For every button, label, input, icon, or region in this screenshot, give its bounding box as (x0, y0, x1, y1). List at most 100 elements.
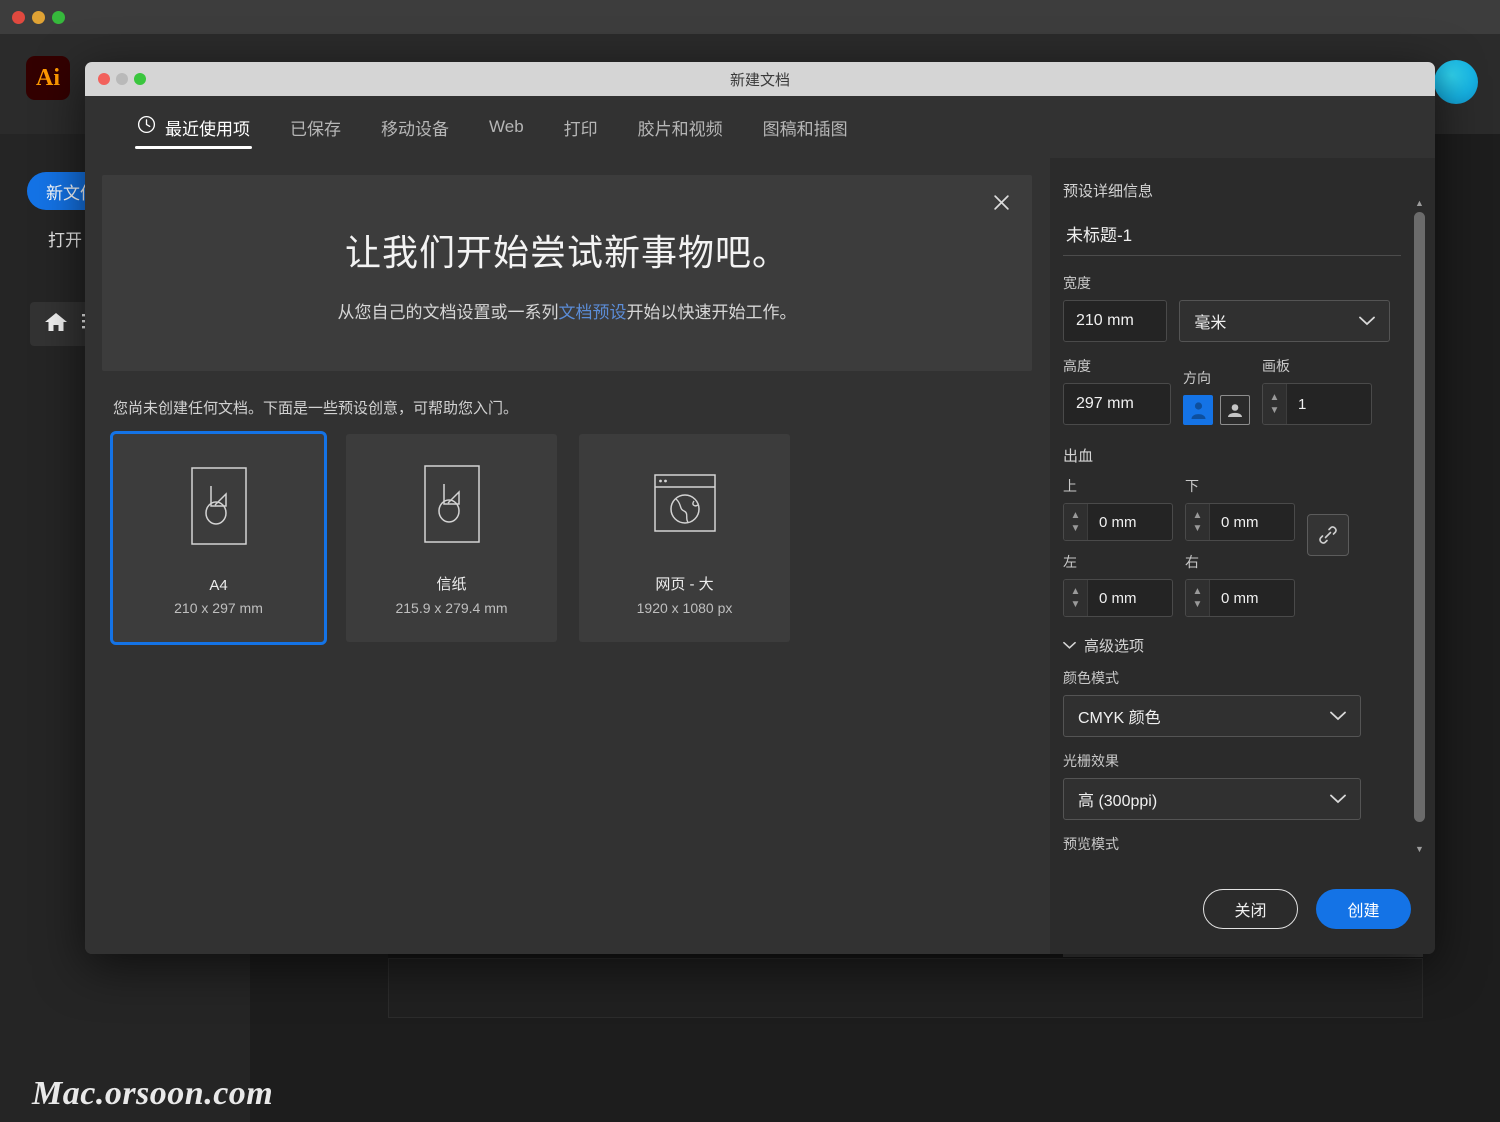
bleed-left-value[interactable]: 0 mm (1088, 580, 1172, 616)
dialog-minimize-button[interactable] (116, 73, 128, 85)
home-icon[interactable] (44, 311, 68, 338)
bleed-right-value[interactable]: 0 mm (1210, 580, 1294, 616)
stepper-arrows[interactable]: ▲ ▼ (1263, 384, 1287, 424)
preset-details-pane: 预设详细信息 未标题-1 宽度 210 mm 毫米 高度 297 mm 方向 画… (1050, 158, 1435, 954)
color-mode-value: CMYK 颜色 (1078, 710, 1161, 727)
stepper-arrows[interactable]: ▲ ▼ (1186, 580, 1210, 616)
tab-art-illustration[interactable]: 图稿和插图 (743, 96, 868, 158)
preview-mode-label: 预览模式 (1063, 836, 1119, 852)
close-button[interactable]: 关闭 (1203, 889, 1298, 929)
link-icon[interactable] (1307, 514, 1349, 556)
chevron-down-icon[interactable]: ▼ (1193, 600, 1203, 610)
bleed-top-label: 上 (1063, 478, 1077, 494)
dialog-title: 新建文档 (729, 71, 790, 89)
close-icon[interactable] (986, 187, 1016, 217)
chevron-down-icon[interactable]: ▼ (1193, 524, 1203, 534)
units-select[interactable]: 毫米 (1179, 300, 1390, 342)
artboards-value[interactable]: 1 (1287, 384, 1371, 424)
raster-effects-value: 高 (300ppi) (1078, 793, 1158, 810)
chevron-down-icon[interactable]: ▼ (1270, 406, 1280, 416)
chevron-down-icon (1330, 709, 1346, 724)
preset-name-input[interactable]: 未标题-1 (1063, 218, 1401, 256)
scroll-up-icon[interactable]: ▲ (1413, 196, 1426, 210)
chevron-up-icon[interactable]: ▲ (1071, 511, 1081, 521)
bleed-top-stepper[interactable]: ▲ ▼ 0 mm (1063, 503, 1173, 541)
preset-card-web-large[interactable]: 网页 - 大 1920 x 1080 px (579, 434, 790, 642)
bleed-right-stepper[interactable]: ▲ ▼ 0 mm (1185, 579, 1295, 617)
stepper-arrows[interactable]: ▲ ▼ (1064, 580, 1088, 616)
height-input[interactable]: 297 mm (1063, 383, 1171, 425)
chevron-up-icon[interactable]: ▲ (1270, 393, 1280, 403)
document-presets-link[interactable]: 文档预设 (559, 303, 627, 322)
os-close-button[interactable] (12, 11, 25, 24)
advanced-options-label: 高级选项 (1084, 638, 1145, 655)
bleed-right-label: 右 (1185, 554, 1199, 570)
hero-banner: 让我们开始尝试新事物吧。 从您自己的文档设置或一系列文档预设开始以快速开始工作。 (102, 175, 1032, 371)
chevron-up-icon[interactable]: ▲ (1193, 511, 1203, 521)
width-label: 宽度 (1063, 275, 1091, 291)
dialog-titlebar: 新建文档 (85, 62, 1435, 96)
hero-subtitle-after: 开始以快速开始工作。 (626, 302, 797, 322)
watermark: Mac.orsoon.com (32, 1075, 274, 1112)
bleed-bottom-label: 下 (1185, 478, 1199, 494)
tab-mobile[interactable]: 移动设备 (361, 96, 469, 158)
advanced-options-toggle[interactable]: 高级选项 (1063, 635, 1390, 656)
dialog-footer: 关闭 创建 (1050, 864, 1435, 954)
presets-pane: 让我们开始尝试新事物吧。 从您自己的文档设置或一系列文档预设开始以快速开始工作。… (85, 158, 1050, 954)
chevron-up-icon[interactable]: ▲ (1071, 587, 1081, 597)
artboards-stepper[interactable]: ▲ ▼ 1 (1262, 383, 1372, 425)
clock-icon (137, 115, 156, 139)
preset-name: 信纸 (436, 576, 467, 593)
tab-mobile-label: 移动设备 (381, 119, 449, 139)
dialog-zoom-button[interactable] (134, 73, 146, 85)
browser-globe-icon (579, 434, 790, 573)
bleed-left-stepper[interactable]: ▲ ▼ 0 mm (1063, 579, 1173, 617)
bleed-top-value[interactable]: 0 mm (1088, 504, 1172, 540)
tab-art-illustration-label: 图稿和插图 (762, 119, 848, 139)
bleed-bottom-stepper[interactable]: ▲ ▼ 0 mm (1185, 503, 1295, 541)
color-mode-label: 颜色模式 (1063, 670, 1119, 686)
preset-card-list: A4 210 x 297 mm 信纸 215.9 x 279.4 mm 网页 -… (110, 431, 1033, 645)
preset-dimensions: 210 x 297 mm (174, 600, 263, 616)
scrollbar-thumb[interactable] (1414, 212, 1425, 822)
preset-name: A4 (209, 577, 228, 594)
artboard-icon (113, 434, 324, 577)
chevron-down-icon[interactable]: ▼ (1071, 600, 1081, 610)
open-file-button[interactable]: 打开 (48, 226, 82, 251)
hero-subtitle-before: 从您自己的文档设置或一系列 (337, 302, 559, 322)
preset-name: 网页 - 大 (655, 576, 714, 593)
preset-dimensions: 215.9 x 279.4 mm (395, 600, 508, 616)
os-zoom-button[interactable] (52, 11, 65, 24)
stepper-arrows[interactable]: ▲ ▼ (1186, 504, 1210, 540)
stepper-arrows[interactable]: ▲ ▼ (1064, 504, 1088, 540)
color-mode-select[interactable]: CMYK 颜色 (1063, 695, 1361, 737)
preset-card-letter[interactable]: 信纸 215.9 x 279.4 mm (346, 434, 557, 642)
tab-film-video[interactable]: 胶片和视频 (618, 96, 743, 158)
portrait-icon[interactable] (1183, 395, 1213, 425)
chevron-down-icon[interactable]: ▼ (1071, 524, 1081, 534)
dialog-body: 让我们开始尝试新事物吧。 从您自己的文档设置或一系列文档预设开始以快速开始工作。… (85, 158, 1435, 954)
raster-effects-select[interactable]: 高 (300ppi) (1063, 778, 1361, 820)
tab-saved[interactable]: 已保存 (270, 96, 361, 158)
tab-print[interactable]: 打印 (544, 96, 618, 158)
chevron-down-icon (1330, 792, 1346, 807)
settings-scrollbar[interactable]: ▲ ▼ (1413, 196, 1426, 856)
tab-print-label: 打印 (563, 119, 598, 139)
illustrator-logo-icon: Ai (26, 56, 70, 100)
dialog-close-button[interactable] (98, 73, 110, 85)
create-button[interactable]: 创建 (1316, 889, 1411, 929)
raster-effects-label: 光栅效果 (1063, 753, 1119, 769)
tab-recent[interactable]: 最近使用项 (117, 96, 270, 158)
tab-recent-label: 最近使用项 (165, 119, 250, 139)
avatar[interactable] (1434, 60, 1478, 104)
preset-card-a4[interactable]: A4 210 x 297 mm (110, 431, 327, 645)
landscape-icon[interactable] (1220, 395, 1250, 425)
bleed-bottom-value[interactable]: 0 mm (1210, 504, 1294, 540)
scroll-down-icon[interactable]: ▼ (1413, 842, 1426, 856)
hero-subtitle: 从您自己的文档设置或一系列文档预设开始以快速开始工作。 (338, 298, 797, 323)
chevron-up-icon[interactable]: ▲ (1193, 587, 1203, 597)
width-input[interactable]: 210 mm (1063, 300, 1168, 342)
os-titlebar (0, 0, 1500, 34)
tab-web[interactable]: Web (469, 96, 544, 158)
os-minimize-button[interactable] (32, 11, 45, 24)
